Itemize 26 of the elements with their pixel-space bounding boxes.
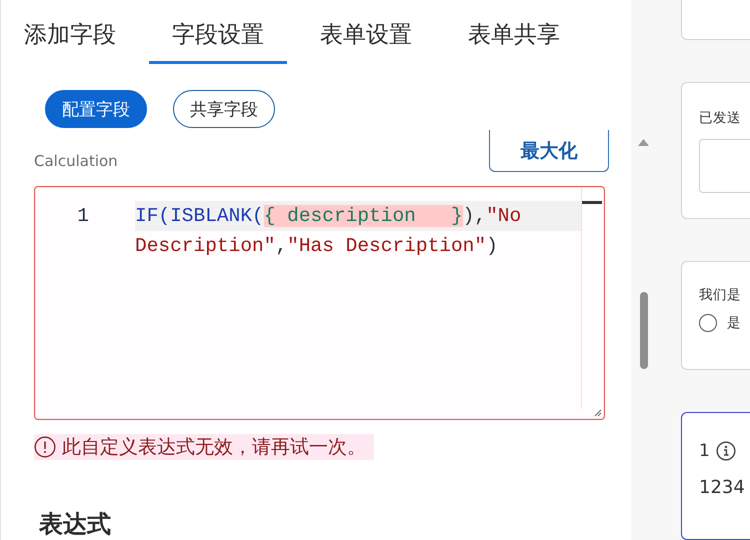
- alert-icon: [34, 436, 56, 458]
- scroll-up-icon[interactable]: [638, 139, 649, 146]
- resize-handle-icon[interactable]: [593, 408, 602, 417]
- line-number: 1: [77, 205, 89, 227]
- tab[interactable]: 表单共享: [445, 0, 583, 64]
- field-label: 1: [699, 440, 710, 461]
- tab[interactable]: 表单设置: [297, 0, 435, 64]
- section-heading: 表达式: [39, 509, 112, 540]
- radio-label: 是: [727, 314, 741, 332]
- maximize-button[interactable]: 最大化: [489, 130, 609, 172]
- tab[interactable]: 添加字段: [1, 0, 139, 64]
- info-icon[interactable]: [716, 440, 736, 461]
- error-message: 此自定义表达式无效，请再试一次。: [62, 435, 366, 460]
- field-label: 已发送: [699, 109, 742, 128]
- input-field[interactable]: [699, 139, 750, 194]
- mode-button[interactable]: 共享字段: [173, 90, 275, 128]
- field-value: 1234: [699, 476, 746, 498]
- tab[interactable]: 字段设置: [149, 0, 287, 64]
- code-editor[interactable]: 1 IF(ISBLANK({ description }),"No Description","Has Description"): [34, 186, 605, 420]
- radio-button[interactable]: [699, 314, 717, 332]
- mode-button[interactable]: 配置字段: [45, 90, 147, 128]
- question-label: 我们是: [699, 286, 742, 304]
- code-line: Description","Has Description"): [135, 234, 499, 259]
- field-label: Calculation: [34, 152, 118, 172]
- scrollbar-thumb[interactable]: [640, 292, 648, 369]
- cursor-marker: [582, 201, 602, 204]
